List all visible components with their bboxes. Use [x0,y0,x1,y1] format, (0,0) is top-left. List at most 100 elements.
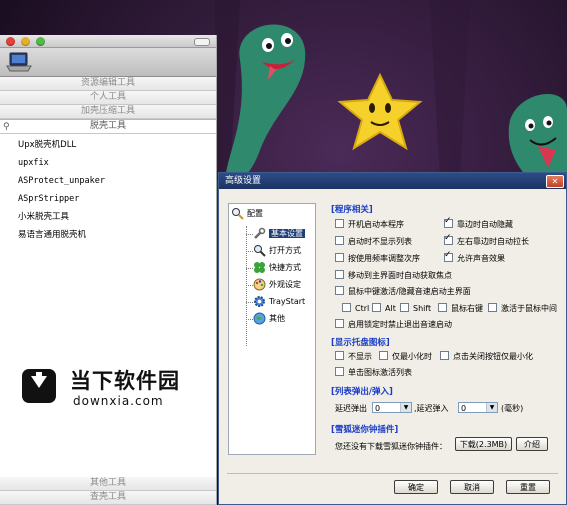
close-window-button[interactable] [6,37,15,46]
site-watermark: 当下软件园 downxia.com [22,365,202,420]
checkbox-box [440,351,449,360]
checkbox-box [444,250,453,262]
settings-tree: 配置 基本设置 打开方式 快捷方式 外观设定 TrayStart 其他 [228,203,316,455]
cancel-button[interactable]: 取消 [450,480,494,494]
watermark-cn: 当下软件园 [70,369,180,393]
tree-line [246,226,247,346]
section-tray-header: [显示托盘图标] [331,338,390,348]
minimize-window-button[interactable] [21,37,30,46]
launcher-toolbar [0,48,216,77]
checkbox-launch-at-startup[interactable]: 开机启动本程序 [335,219,404,230]
checkbox-sound-effects[interactable]: 允许声音效果 [444,250,505,264]
ok-button[interactable]: 确定 [394,480,438,494]
tree-item-open-method[interactable]: 打开方式 [253,243,301,258]
checkbox-hide-list-on-start[interactable]: 启动时不显示列表 [335,236,412,247]
checkbox-box [335,286,344,295]
checkbox-auto-focus[interactable]: 移动到主界面时自动获取焦点 [335,270,452,281]
bottom-categories: 其他工具 查壳工具 [0,477,216,505]
plugin-intro-button[interactable]: 介绍 [516,437,548,451]
checkbox-auto-hide-edge[interactable]: 靠边时自动隐藏 [444,216,513,230]
checkbox-box [400,303,409,312]
checkbox-shift[interactable]: Shift [400,303,431,314]
checkbox-lock-prevent-exit[interactable]: 启用锁定时禁止退出音速启动 [335,319,452,330]
delay-out-select[interactable]: 0 ▼ [372,402,412,413]
plugin-status-text: 您还没有下载雪狐迷你钟插件： [335,442,447,451]
zoom-window-button[interactable] [36,37,45,46]
checkbox-click-icon-activate[interactable]: 单击图标激活列表 [335,367,412,378]
delay-out-label: 延迟弹出 [335,404,367,413]
checkbox-box [438,303,447,312]
chevron-down-icon: ▼ [486,403,497,412]
dialog-close-button[interactable]: ✕ [546,175,564,188]
category-shell-check-tools[interactable]: 查壳工具 [0,491,216,505]
tool-item-upxfix[interactable]: upxfix [0,154,216,172]
reset-button[interactable]: 重置 [506,480,550,494]
tree-item-other[interactable]: 其他 [253,311,285,326]
tree-line [246,251,253,252]
checkbox-activate-mouse-middle[interactable]: 激活于鼠标中间 [488,303,557,314]
tool-item-eyuyan-unpacker[interactable]: 易语言通用脱壳机 [0,226,216,244]
wrench-icon [253,227,266,240]
dialog-titlebar: 高级设置 ✕ [219,173,566,189]
tree-line [246,268,253,269]
tool-item-xiaomi-unpacker[interactable]: 小米脱壳工具 [0,208,216,226]
tree-item-shortcut[interactable]: 快捷方式 [253,260,301,275]
toolbar-toggle-button[interactable] [194,38,210,46]
checkbox-ctrl[interactable]: Ctrl [342,303,369,314]
palette-icon [253,278,266,291]
delay-in-label: ,延迟弹入 [414,404,449,413]
checkbox-box [379,351,388,360]
checkbox-box [335,253,344,262]
clover-icon [253,261,266,274]
checkbox-alt[interactable]: Alt [372,303,396,314]
download-arrow-icon [22,369,56,403]
gear-icon [253,295,266,308]
download-plugin-button[interactable]: 下载(2.3MB) [455,437,512,451]
category-personal-tools[interactable]: 个人工具 [0,91,216,105]
section-plugin-header: [雪狐迷你钟插件] [331,425,399,435]
checkbox-box [444,216,453,228]
tool-item-asprstripper[interactable]: ASprStripper [0,190,216,208]
checkbox-box [335,351,344,360]
checkbox-right-mouse[interactable]: 鼠标右键 [438,303,483,314]
category-packer-tools[interactable]: 加壳压缩工具 [0,105,216,119]
launcher-window: 资源编辑工具 个人工具 加壳压缩工具 ⚲ 脱壳工具 Upx脱壳机DLL upxf… [0,35,217,505]
globe-icon [253,312,266,325]
checkbox-sort-by-frequency[interactable]: 按使用频率调整次序 [335,253,420,264]
delay-in-select[interactable]: 0 ▼ [458,402,498,413]
watermark-en: downxia.com [73,394,164,408]
checkbox-box [335,270,344,279]
dialog-title: 高级设置 [225,176,262,186]
tree-line [246,285,253,286]
checkbox-box [335,367,344,376]
checkbox-tray-minimized-only[interactable]: 仅最小化时 [379,351,432,362]
advanced-settings-dialog: 高级设置 ✕ 配置 基本设置 打开方式 快捷方式 外观设定 TrayStart … [218,172,567,505]
checkbox-close-minimizes[interactable]: 点击关闭按钮仅最小化 [440,351,533,362]
tree-line [246,302,253,303]
magnifier-gear-icon [231,207,244,220]
checkbox-middle-click-toggle[interactable]: 鼠标中键激活/隐藏音速启动主界面 [335,286,471,297]
checkbox-box [335,236,344,245]
dialog-divider [227,473,558,474]
tree-item-basic[interactable]: 基本设置 [253,226,305,241]
category-resource-editing[interactable]: 资源编辑工具 [0,77,216,91]
checkbox-box [342,303,351,312]
checkbox-box [488,303,497,312]
tool-list: Upx脱壳机DLL upxfix ASProtect_unpaker ASprS… [0,134,216,244]
category-unpacker-label: 脱壳工具 [89,121,126,131]
tool-item-asprotect-unpaker[interactable]: ASProtect_unpaker [0,172,216,190]
category-other-tools[interactable]: 其他工具 [0,477,216,491]
checkbox-tray-hide[interactable]: 不显示 [335,351,372,362]
launcher-titlebar [0,35,216,48]
checkbox-stretch-on-edge[interactable]: 左右靠边时自动拉长 [444,233,529,247]
tree-item-appearance[interactable]: 外观设定 [253,277,301,292]
tree-root-config[interactable]: 配置 [231,206,263,221]
category-unpacker-tools[interactable]: ⚲ 脱壳工具 [0,119,216,134]
laptop-icon[interactable] [6,51,32,73]
section-program-header: [程序相关] [331,205,373,215]
delay-unit-label: (毫秒) [501,404,524,413]
section-popup-header: [列表弹出/弹入] [331,387,393,397]
tool-item-upx-dll[interactable]: Upx脱壳机DLL [0,136,216,154]
search-icon[interactable]: ⚲ [3,121,10,134]
tree-item-traystart[interactable]: TrayStart [253,294,305,309]
